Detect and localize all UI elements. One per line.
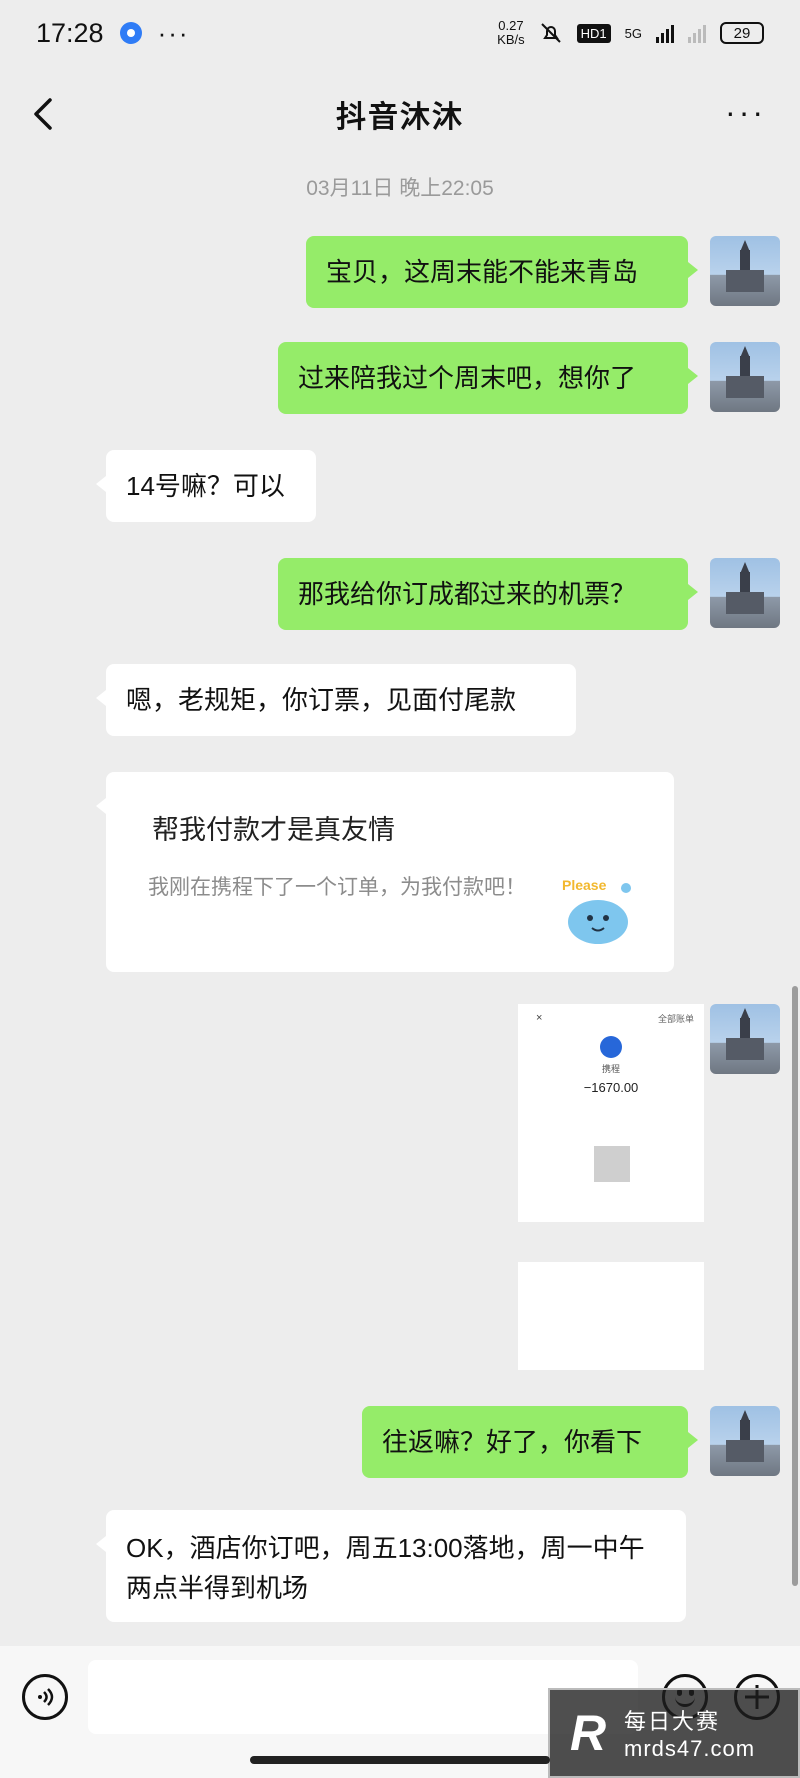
chat-header: 抖音沐沐 ···	[0, 66, 800, 162]
watermark: R 每日大赛 mrds47.com	[548, 1688, 800, 1778]
app-notification-icon	[119, 22, 142, 44]
message-bubble-incoming[interactable]: 嗯，老规矩，你订票，见面付尾款	[96, 664, 576, 736]
hd-badge: HD1	[576, 23, 611, 43]
watermark-url: mrds47.com	[624, 1736, 756, 1761]
network-speed-unit: KB/s	[497, 32, 525, 47]
message-bubble-incoming[interactable]: OK，酒店你订吧，周五13:00落地，周一中午两点半得到机场	[96, 1510, 686, 1622]
message-text: 那我给你订成都过来的机票？	[298, 579, 637, 609]
avatar[interactable]	[710, 342, 780, 412]
signal-strength-icon	[656, 23, 674, 43]
message-bubble-incoming[interactable]: 14号嘛？可以	[96, 450, 316, 522]
watermark-name: 每日大赛	[624, 1709, 721, 1734]
back-icon[interactable]	[30, 96, 60, 132]
voice-input-button[interactable]	[22, 1674, 68, 1720]
avatar[interactable]	[710, 1406, 780, 1476]
receipt-bill-link: 全部账单	[657, 1014, 694, 1024]
voice-icon	[38, 1688, 54, 1706]
payment-request-card[interactable]: 帮我付款才是真友情 我刚在携程下了一个订单，为我付款吧！ Please	[96, 772, 674, 972]
message-text: 嗯，老规矩，你订票，见面付尾款	[126, 685, 517, 715]
receipt-close-icon: ×	[536, 1012, 543, 1024]
status-bar: 17:28 ··· 0.27 KB/s HD1 5G 29	[0, 0, 800, 66]
network-speed: 0.27 KB/s	[497, 19, 524, 47]
battery-icon: 29	[720, 22, 764, 44]
page-title: 抖音沐沐	[336, 101, 464, 134]
more-options-icon[interactable]: ···	[725, 96, 766, 128]
message-bubble-outgoing[interactable]: 那我给你订成都过来的机票？	[278, 558, 698, 630]
avatar[interactable]	[710, 1004, 780, 1074]
message-text: 14号嘛？可以	[126, 471, 285, 501]
bell-muted-icon	[540, 23, 561, 43]
card-description: 我刚在携程下了一个订单，为我付款吧！	[148, 876, 526, 899]
message-text: 往返嘛？好了，你看下	[382, 1427, 643, 1457]
message-bubble-outgoing[interactable]: 往返嘛？好了，你看下	[362, 1406, 698, 1478]
receipt-divider	[518, 1222, 704, 1262]
payment-receipt-image[interactable]: × 全部账单 携程 −1670.00	[518, 1004, 704, 1370]
receipt-amount: −1670.00	[583, 1080, 639, 1095]
battery-level: 29	[733, 24, 751, 42]
receipt-blurred-block	[594, 1146, 630, 1182]
network-speed-value: 0.27	[498, 18, 524, 33]
message-text: 过来陪我过个周末吧，想你了	[298, 363, 637, 393]
avatar[interactable]	[710, 236, 780, 306]
receipt-merchant: 携程	[601, 1064, 620, 1074]
message-timestamp: 03月11日 晚上22:05	[306, 177, 494, 200]
sticker-text: Please	[562, 877, 607, 893]
signal-strength-secondary-icon	[688, 23, 706, 43]
watermark-logo: R	[569, 1705, 607, 1761]
network-type-label: 5G	[624, 25, 642, 41]
avatar[interactable]	[710, 558, 780, 628]
home-indicator[interactable]	[250, 1756, 550, 1764]
please-sticker-icon: Please	[562, 877, 631, 944]
card-title: 帮我付款才是真友情	[152, 815, 395, 845]
status-time: 17:28	[36, 17, 104, 48]
status-more-icon: ···	[157, 17, 190, 48]
scrollbar[interactable]	[792, 986, 798, 1586]
message-bubble-outgoing[interactable]: 宝贝，这周末能不能来青岛	[306, 236, 698, 308]
message-text: OK，酒店你订吧，周五13:00落地，周一中午两点半得到机场	[126, 1533, 645, 1603]
message-bubble-outgoing[interactable]: 过来陪我过个周末吧，想你了	[278, 342, 698, 414]
message-text: 宝贝，这周末能不能来青岛	[326, 257, 639, 287]
merchant-logo-icon	[600, 1036, 622, 1058]
